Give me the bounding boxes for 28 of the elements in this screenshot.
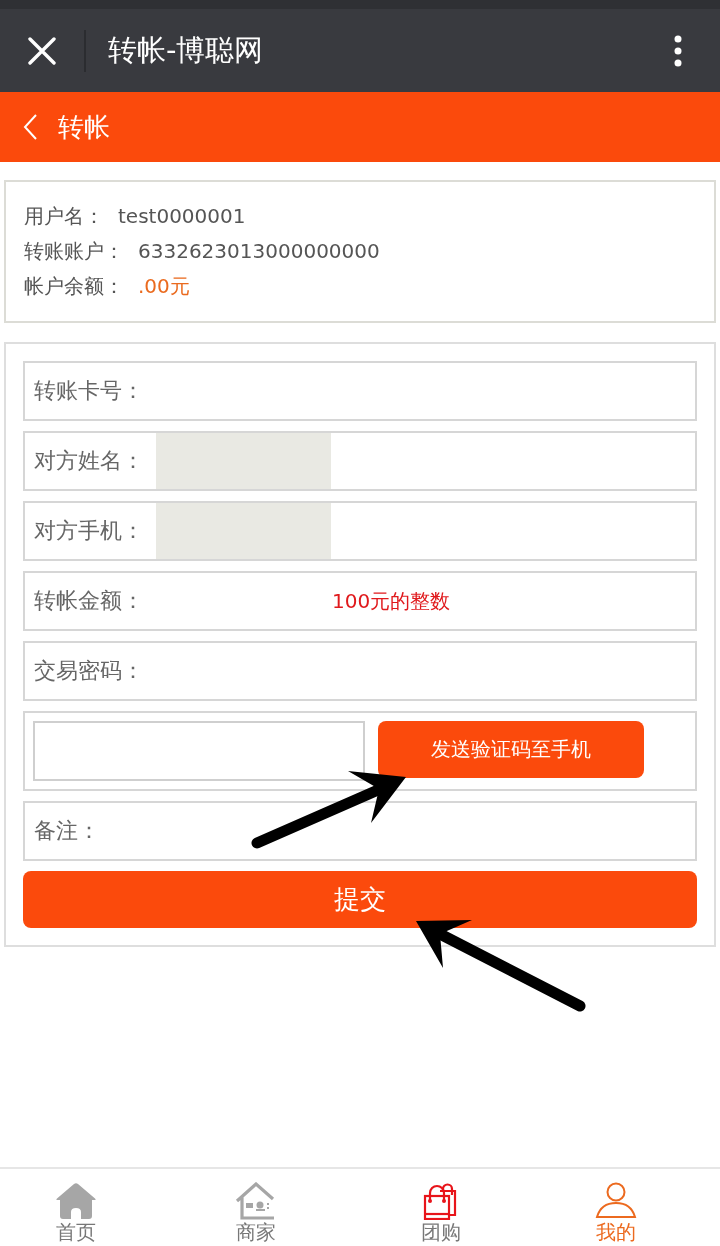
menu-icon[interactable]	[674, 34, 682, 67]
balance-value: .00元	[138, 273, 190, 300]
info-label: 转账账户：	[24, 238, 124, 265]
window-title: 转帐-博聪网	[108, 31, 264, 69]
input-field[interactable]: 对方手机：	[23, 501, 697, 561]
info-label: 帐户余额：	[24, 273, 124, 300]
nav-tab[interactable]: 商家	[236, 1220, 276, 1244]
info-value: test0000001	[118, 203, 246, 230]
info-value: 6332623013000000000	[138, 238, 380, 265]
send-code-button[interactable]: 发送验证码至手机	[378, 721, 644, 778]
home-icon[interactable]	[55, 1182, 97, 1220]
code-input[interactable]	[33, 721, 365, 781]
nav-tab[interactable]: 我的	[596, 1220, 636, 1244]
close-icon[interactable]	[28, 36, 56, 65]
input-field[interactable]: 备注：	[23, 801, 697, 861]
input-field[interactable]: 转账卡号：	[23, 361, 697, 421]
store-icon[interactable]	[235, 1182, 277, 1220]
nav-tab[interactable]: 团购	[421, 1220, 461, 1244]
input-field[interactable]: 转帐金额： 100元的整数	[23, 571, 697, 631]
nav-tab[interactable]: 首页	[56, 1220, 96, 1244]
back-icon[interactable]	[23, 114, 37, 140]
submit-button[interactable]: 提交	[23, 871, 697, 928]
info-label: 用户名：	[24, 203, 104, 230]
input-field[interactable]: 对方姓名：	[23, 431, 697, 491]
person-icon[interactable]	[595, 1182, 637, 1220]
input-field[interactable]: 交易密码：	[23, 641, 697, 701]
hint-text: 100元的整数	[332, 587, 451, 615]
page-title: 转帐	[58, 110, 110, 144]
